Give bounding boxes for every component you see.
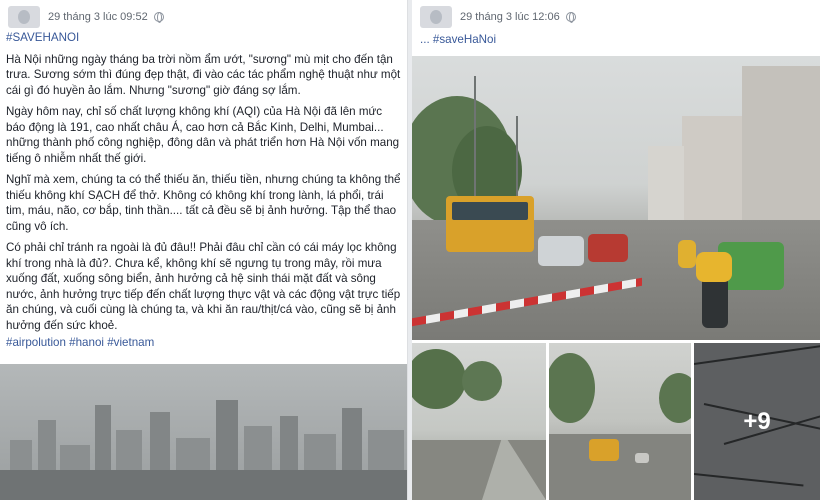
post-text: ... #saveHaNoi: [420, 32, 816, 54]
globe-icon[interactable]: [565, 12, 576, 23]
hashtag-link[interactable]: ... #saveHaNoi: [420, 32, 816, 48]
more-photos-tile[interactable]: +9: [694, 343, 820, 500]
avatar[interactable]: [8, 6, 40, 28]
avatar[interactable]: [420, 6, 452, 28]
post-text: #SAVEHANOI Hà Nội những ngày tháng ba tr…: [6, 30, 403, 357]
paragraph: Có phải chỉ tránh ra ngoài là đủ đâu!! P…: [6, 241, 401, 332]
hashtags-footer[interactable]: #airpolution #hanoi #vietnam: [6, 335, 403, 351]
right-post-header: 29 tháng 3 lúc 12:06: [420, 6, 576, 28]
post-timestamp[interactable]: 29 tháng 3 lúc 09:52: [48, 11, 148, 23]
paragraph: Nghĩ mà xem, chúng ta có thể thiếu ăn, t…: [6, 173, 401, 233]
paragraph: Hà Nội những ngày tháng ba trời nồm ẩm ư…: [6, 52, 401, 97]
smog-city-photo[interactable]: [0, 364, 407, 500]
right-post: 29 tháng 3 lúc 12:06 ... #saveHaNoi +9: [412, 0, 820, 500]
left-post: 29 tháng 3 lúc 09:52 #SAVEHANOI Hà Nội n…: [0, 0, 408, 500]
paragraph: Ngày hôm nay, chỉ số chất lượng không kh…: [6, 105, 400, 165]
street-photo[interactable]: [412, 56, 820, 340]
thumbnail-photo[interactable]: [412, 343, 546, 500]
globe-icon[interactable]: [153, 12, 164, 23]
post-timestamp[interactable]: 29 tháng 3 lúc 12:06: [460, 11, 560, 23]
left-post-header: 29 tháng 3 lúc 09:52: [8, 6, 164, 28]
thumbnail-photo[interactable]: [549, 343, 691, 500]
more-photos-count[interactable]: +9: [694, 343, 820, 500]
hashtag-link[interactable]: #SAVEHANOI: [6, 30, 403, 46]
